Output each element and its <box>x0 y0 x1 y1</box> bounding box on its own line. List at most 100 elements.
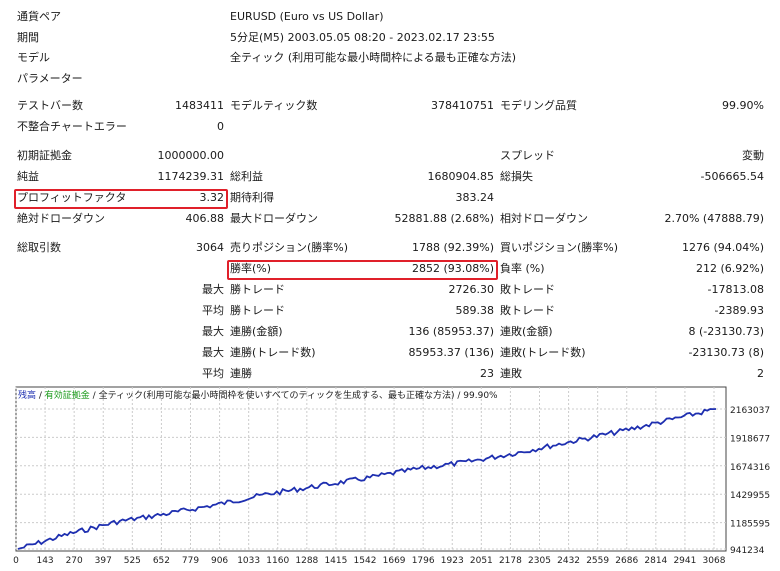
ticks-label: モデルティック数 <box>230 99 318 112</box>
grossprofit-value: 1680904.85 <box>427 170 494 183</box>
legend-sep-1: / <box>36 391 45 401</box>
params-label: パラメーター <box>17 72 83 85</box>
grossprofit-label: 総利益 <box>230 170 263 183</box>
trades-value: 3064 <box>196 241 224 254</box>
x-tick-label: 1160 <box>266 556 289 566</box>
avgwin-value: 589.38 <box>455 304 495 317</box>
maxwin-label: 勝トレード <box>230 283 285 296</box>
x-tick-label: 270 <box>66 556 83 566</box>
short-value: 1788 (92.39%) <box>411 241 494 254</box>
avg-label-2: 平均 <box>202 367 224 380</box>
reldd-value: 2.70% (47888.79) <box>664 212 764 225</box>
grossloss-label: 総損失 <box>500 170 533 183</box>
mismatch-value: 0 <box>217 120 224 133</box>
x-tick-label: 1923 <box>441 556 464 566</box>
x-tick-label: 1796 <box>412 556 435 566</box>
x-tick-label: 2432 <box>557 556 580 566</box>
spread-label: スプレッド <box>500 149 555 162</box>
x-tick-label: 2051 <box>470 556 493 566</box>
pf-value: 3.32 <box>199 191 225 204</box>
long-label: 買いポジション(勝率%) <box>500 241 619 254</box>
x-tick-label: 1033 <box>237 556 260 566</box>
y-tick-label: 2163037 <box>730 406 770 416</box>
x-tick-label: 779 <box>182 556 199 566</box>
consecwin-cnt-label: 連勝(トレード数) <box>230 346 316 359</box>
avgloss-value: -2389.93 <box>714 304 764 317</box>
spread-value: 変動 <box>742 149 764 162</box>
y-tick-label: 1429955 <box>730 491 770 501</box>
consecwin-amt-value: 136 (85953.37) <box>408 325 494 338</box>
deposit-value: 1000000.00 <box>157 149 224 162</box>
lossrate-label: 負率 (%) <box>500 262 545 275</box>
balance-chart: 2163037 1918677 1674316 1429955 1185595 94123… <box>13 386 770 566</box>
quality-label: モデリング品質 <box>500 99 577 112</box>
pf-label: プロフィットファクタ <box>17 191 127 204</box>
x-tick-label: 2686 <box>615 556 638 566</box>
x-tick-label: 906 <box>211 556 228 566</box>
y-tick-label: 1674316 <box>730 463 770 473</box>
chart-legend: 残高 / 有効証拠金 / 全ティック(利用可能な最小時間枠を使いすべてのティック… <box>18 390 498 402</box>
legend-equity: 有効証拠金 <box>44 391 90 401</box>
avgconsecloss-value: 2 <box>757 367 764 380</box>
lossrate-value: 212 (6.92%) <box>695 262 764 275</box>
x-tick-label: 397 <box>95 556 112 566</box>
consecwin-amt-label: 連勝(金額) <box>230 325 283 338</box>
x-tick-label: 143 <box>36 556 53 566</box>
legend-quality: 99.90% <box>463 391 498 401</box>
x-tick-label: 652 <box>153 556 170 566</box>
avgwin-label: 勝トレード <box>230 304 285 317</box>
winrate-label: 勝率(%) <box>230 262 272 275</box>
max-label-2: 最大 <box>202 325 224 338</box>
trades-label: 総取引数 <box>17 241 61 254</box>
short-label: 売りポジション(勝率%) <box>230 241 349 254</box>
plot-frame <box>15 386 727 552</box>
bars-label: テストバー数 <box>17 99 83 112</box>
avgloss-label: 敗トレード <box>500 304 555 317</box>
ticks-value: 378410751 <box>431 99 494 112</box>
absdd-label: 絶対ドローダウン <box>17 212 105 225</box>
payoff-value: 383.24 <box>455 191 495 204</box>
y-tick-label: 1918677 <box>730 434 770 444</box>
model-value: 全ティック (利用可能な最小時間枠による最も正確な方法) <box>230 51 517 64</box>
absdd-value: 406.88 <box>185 212 225 225</box>
maxloss-label: 敗トレード <box>500 283 555 296</box>
x-tick-label: 2178 <box>499 556 522 566</box>
consecloss-amt-value: 8 (-23130.73) <box>688 325 764 338</box>
x-tick-label: 0 <box>13 556 19 566</box>
max-label-1: 最大 <box>202 283 224 296</box>
reldd-label: 相対ドローダウン <box>500 212 588 225</box>
deposit-label: 初期証拠金 <box>17 149 72 162</box>
x-tick-label: 525 <box>124 556 141 566</box>
x-tick-label: 2814 <box>644 556 667 566</box>
pair-value: EURUSD (Euro vs US Dollar) <box>230 10 384 23</box>
mismatch-label: 不整合チャートエラー <box>17 120 127 133</box>
pair-label: 通貨ペア <box>17 10 61 23</box>
max-label-3: 最大 <box>202 346 224 359</box>
x-tick-label: 1542 <box>354 556 377 566</box>
maxwin-value: 2726.30 <box>448 283 495 296</box>
avg-label-1: 平均 <box>202 304 224 317</box>
model-label: モデル <box>17 51 50 64</box>
consecloss-amt-label: 連敗(金額) <box>500 325 553 338</box>
x-tick-label: 2941 <box>673 556 696 566</box>
y-tick-label: 941234 <box>730 546 765 556</box>
payoff-label: 期待利得 <box>230 191 274 204</box>
maxloss-value: -17813.08 <box>707 283 764 296</box>
period-label: 期間 <box>17 31 39 44</box>
x-tick-label: 2559 <box>586 556 609 566</box>
netprofit-value: 1174239.31 <box>157 170 224 183</box>
legend-model-desc: 全ティック(利用可能な最小時間枠を使いすべてのティックを生成する、最も正確な方法… <box>98 391 455 401</box>
consecloss-cnt-value: -23130.73 (8) <box>688 346 764 359</box>
quality-value: 99.90% <box>722 99 764 112</box>
x-tick-label: 2305 <box>528 556 551 566</box>
x-tick-label: 1415 <box>324 556 347 566</box>
y-tick-label: 1185595 <box>730 520 770 530</box>
long-value: 1276 (94.04%) <box>681 241 764 254</box>
period-value: 5分足(M5) 2003.05.05 08:20 - 2023.02.17 23… <box>230 31 495 44</box>
consecwin-cnt-value: 85953.37 (136) <box>408 346 494 359</box>
maxdd-value: 52881.88 (2.68%) <box>394 212 494 225</box>
grossloss-value: -506665.54 <box>700 170 764 183</box>
maxdd-label: 最大ドローダウン <box>230 212 318 225</box>
x-tick-label: 1288 <box>295 556 318 566</box>
legend-sep-2: / <box>89 391 99 401</box>
